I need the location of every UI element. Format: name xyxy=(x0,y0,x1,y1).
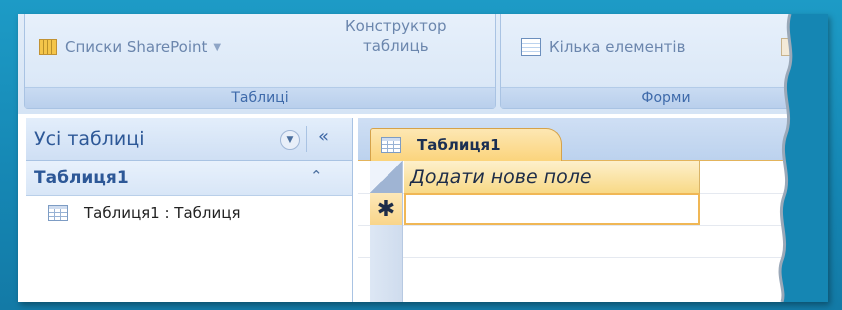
table-icon xyxy=(48,205,68,221)
sharepoint-lists-button[interactable]: Списки SharePoint ▼ xyxy=(39,38,221,56)
form-icon xyxy=(521,38,541,56)
multiple-items-button[interactable]: Кілька елементів xyxy=(521,38,685,56)
add-new-field-label: Додати нове поле xyxy=(410,166,592,188)
datasheet-grid: Додати нове поле ✱ xyxy=(358,161,828,302)
sharepoint-list-icon xyxy=(39,39,57,55)
tab-table1[interactable]: Таблиця1 xyxy=(370,128,562,161)
table-icon xyxy=(381,137,401,153)
collapse-pane-icon[interactable]: « xyxy=(318,126,329,147)
nav-item-table1[interactable]: Таблиця1 : Таблиця xyxy=(48,196,352,230)
new-record-cell[interactable] xyxy=(404,193,700,225)
table-designer-label-line1: Конструктор xyxy=(345,17,447,35)
nav-pane-title: Усі таблиці xyxy=(34,128,145,150)
group-caption-tables: Таблиці xyxy=(25,87,495,108)
access-window: Списки SharePoint ▼ Конструктор таблиць … xyxy=(18,14,828,302)
nav-group-title: Таблиця1 xyxy=(34,168,129,188)
nav-pane-header[interactable]: Усі таблиці ▼ « xyxy=(26,118,352,161)
new-record-asterisk-icon: ✱ xyxy=(376,196,396,222)
table-designer-label-line2: таблиць xyxy=(362,37,429,55)
document-tab-strip: Таблиця1 xyxy=(358,118,828,161)
nav-group-header[interactable]: Таблиця1 ⌃ xyxy=(26,161,352,196)
tab-label: Таблиця1 xyxy=(417,136,501,154)
chevron-down-circle-icon[interactable]: ▼ xyxy=(280,130,300,150)
torn-edge-decoration xyxy=(778,14,828,302)
dropdown-caret-icon: ▼ xyxy=(213,41,222,53)
add-new-field-header[interactable]: Додати нове поле xyxy=(404,161,700,193)
new-record-selector[interactable]: ✱ xyxy=(370,193,402,225)
navigation-pane: Усі таблиці ▼ « Таблиця1 ⌃ Таблиця1 : Та… xyxy=(26,118,353,302)
sharepoint-lists-label: Списки SharePoint xyxy=(65,38,208,56)
document-area: Таблиця1 Додати нове поле ✱ xyxy=(358,118,828,302)
ribbon-group-tables: Списки SharePoint ▼ Конструктор таблиць … xyxy=(24,14,496,109)
ribbon: Списки SharePoint ▼ Конструктор таблиць … xyxy=(18,14,828,114)
table-designer-button[interactable]: Конструктор таблиць xyxy=(345,16,447,56)
divider xyxy=(306,126,307,152)
double-chevron-up-icon[interactable]: ⌃ xyxy=(310,167,323,185)
empty-row xyxy=(358,225,828,258)
nav-item-label: Таблиця1 : Таблиця xyxy=(84,204,241,222)
select-all-cell[interactable] xyxy=(370,161,402,194)
multiple-items-label: Кілька елементів xyxy=(549,38,686,56)
